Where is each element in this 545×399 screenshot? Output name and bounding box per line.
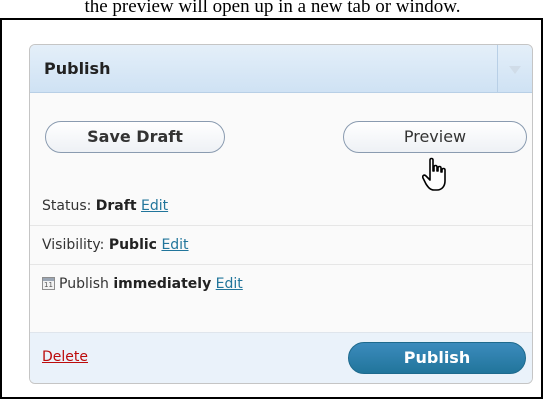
arrow-down-icon — [509, 66, 521, 74]
publish-box-footer: Delete Publish — [30, 332, 532, 383]
status-value: Draft — [95, 198, 137, 214]
delete-link[interactable]: Delete — [42, 349, 88, 365]
schedule-row: Publish immediately Edit — [30, 265, 532, 303]
publish-button[interactable]: Publish — [348, 342, 526, 374]
visibility-row: Visibility: Public Edit — [30, 226, 532, 265]
status-row: Status: Draft Edit — [30, 187, 532, 226]
preview-button[interactable]: Preview — [343, 121, 527, 153]
status-label: Status: — [42, 198, 92, 214]
caption-text: the preview will open up in a new tab or… — [84, 0, 461, 17]
toggle-button[interactable] — [497, 45, 532, 92]
edit-schedule-link[interactable]: Edit — [216, 276, 243, 292]
schedule-value: immediately — [113, 276, 212, 292]
screenshot-frame: Publish Save Draft Preview Status: Draft… — [0, 18, 543, 399]
visibility-value: Public — [108, 237, 157, 253]
schedule-label: Publish — [59, 276, 109, 292]
publish-box-header: Publish — [30, 45, 532, 93]
edit-visibility-link[interactable]: Edit — [161, 237, 188, 253]
save-draft-button[interactable]: Save Draft — [45, 121, 225, 153]
edit-status-link[interactable]: Edit — [141, 198, 168, 214]
publish-box-title: Publish — [44, 59, 111, 78]
calendar-icon — [42, 277, 55, 290]
publish-box: Publish Save Draft Preview Status: Draft… — [29, 44, 533, 384]
visibility-label: Visibility: — [42, 237, 105, 253]
